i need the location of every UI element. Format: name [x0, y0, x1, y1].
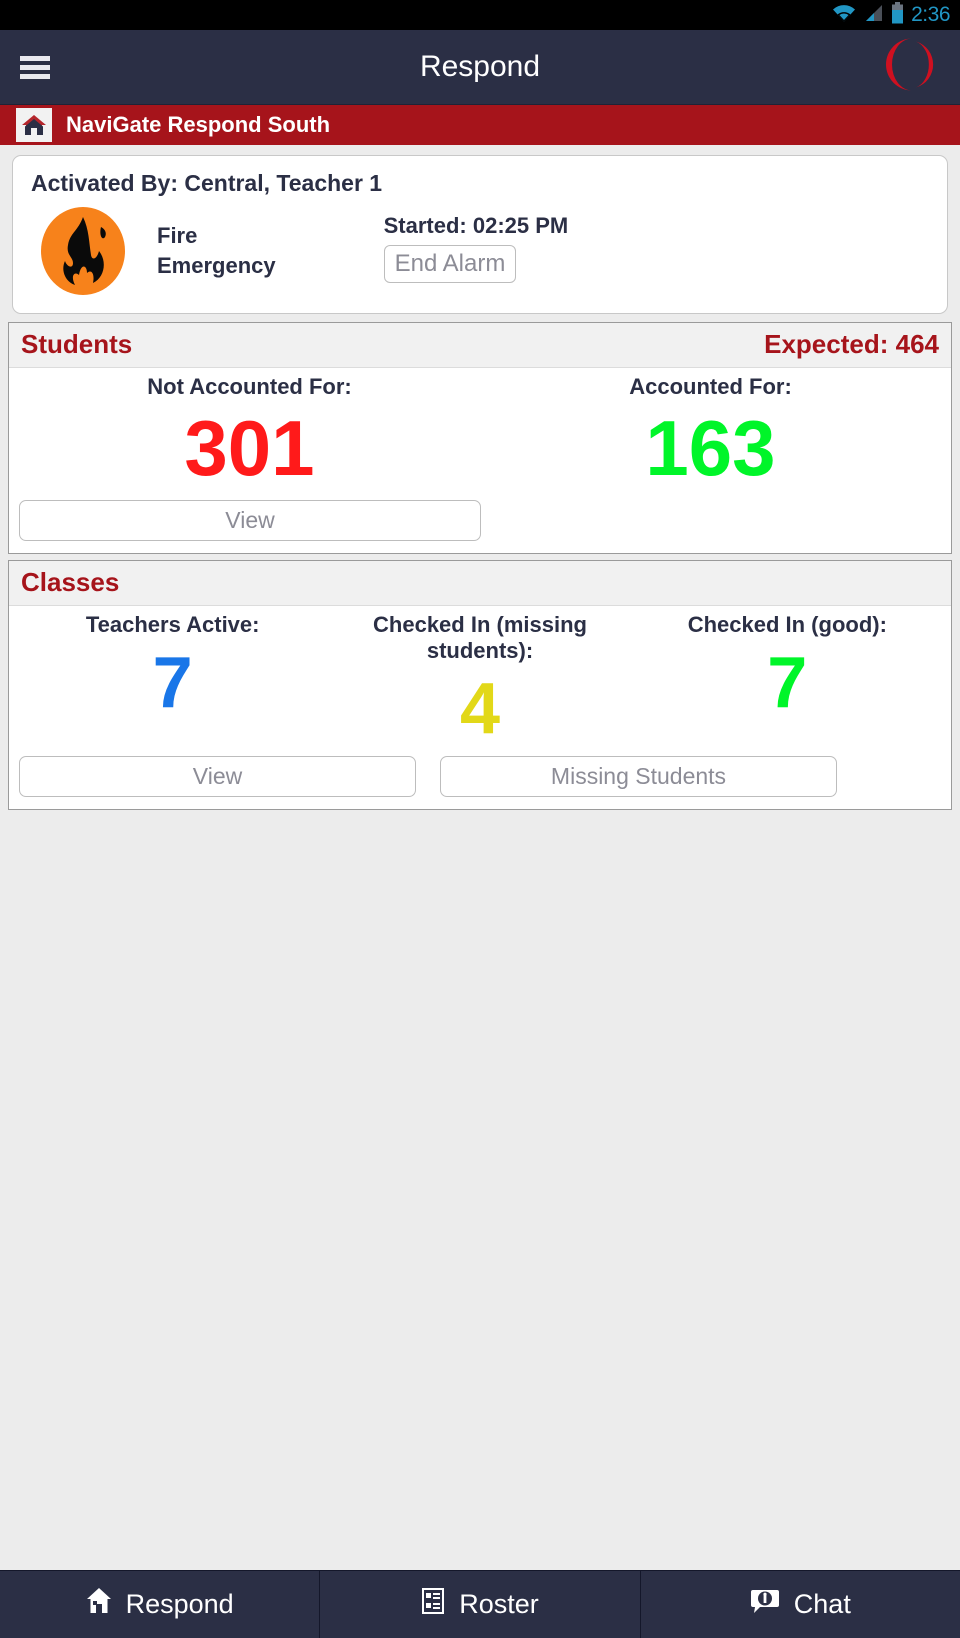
students-not-accounted-value: 301: [184, 404, 315, 492]
classes-view-button[interactable]: View: [19, 755, 416, 797]
alarm-card: Activated By: Central, Teacher 1 Fire Em…: [12, 155, 948, 314]
students-not-accounted-label: Not Accounted For:: [147, 374, 352, 399]
hamburger-menu-button[interactable]: [0, 55, 70, 79]
hamburger-menu-icon: [20, 55, 50, 79]
classes-button-spacer: [861, 756, 941, 797]
school-banner: NaviGate Respond South: [0, 105, 960, 145]
students-panel-header: Students Expected: 464: [9, 323, 951, 368]
students-button-spacer: [505, 500, 941, 541]
classes-checked-in-good-value: 7: [767, 642, 808, 723]
alarm-start-time: Started: 02:25 PM: [383, 213, 569, 238]
classes-checked-in-missing-stat: Checked In (missing students): 4: [326, 612, 633, 754]
alarm-type-line2: Emergency: [157, 252, 276, 278]
cellular-signal-icon: [864, 3, 884, 28]
main-content: Activated By: Central, Teacher 1 Fire Em…: [0, 145, 960, 1638]
students-panel: Students Expected: 464 Not Accounted For…: [8, 322, 952, 554]
nav-item-chat-label: Chat: [793, 1589, 851, 1619]
alarm-type: Fire Emergency: [157, 221, 276, 280]
classes-stat-row: Teachers Active: 7 Checked In (missing s…: [19, 612, 941, 754]
students-accounted-value: 163: [645, 404, 776, 492]
classes-teachers-active-label: Teachers Active:: [85, 611, 260, 637]
classes-button-row: View Missing Students: [19, 755, 941, 797]
alarm-type-line1: Fire: [157, 223, 198, 248]
fire-emergency-icon: [37, 205, 129, 297]
nav-item-roster[interactable]: Roster: [320, 1571, 641, 1638]
students-expected-badge: Expected: 464: [764, 329, 939, 359]
students-view-button[interactable]: View: [19, 499, 481, 541]
status-bar: 2:36: [0, 0, 960, 30]
page-title: Respond: [419, 50, 541, 83]
students-accounted-stat: Accounted For: 163: [480, 374, 941, 498]
chat-bubble-icon: [750, 1588, 780, 1621]
classes-panel: Classes Teachers Active: 7 Checked In (m…: [8, 559, 952, 810]
bottom-navigation-bar: Respond Roster Chat: [0, 1570, 960, 1638]
classes-panel-body: Teachers Active: 7 Checked In (missing s…: [9, 606, 951, 809]
school-name: NaviGate Respond South: [66, 112, 331, 137]
nav-item-respond-label: Respond: [125, 1589, 234, 1619]
nav-item-chat[interactable]: Chat: [641, 1571, 960, 1638]
nav-item-respond[interactable]: Respond: [0, 1571, 321, 1638]
classes-checked-in-missing-label: Checked In (missing students):: [373, 611, 587, 663]
students-accounted-label: Accounted For:: [629, 374, 792, 399]
navigate-brand-logo: [876, 34, 938, 101]
students-stat-row: Not Accounted For: 301 Accounted For: 16…: [19, 374, 941, 498]
classes-teachers-active-stat: Teachers Active: 7: [19, 612, 326, 754]
students-button-row: View: [19, 499, 941, 541]
classes-checked-in-good-stat: Checked In (good): 7: [634, 612, 941, 754]
home-icon[interactable]: [16, 108, 52, 142]
students-panel-title: Students: [21, 329, 133, 359]
wifi-icon: [831, 3, 857, 28]
classes-missing-students-button[interactable]: Missing Students: [440, 755, 837, 797]
end-alarm-button[interactable]: End Alarm: [383, 245, 517, 283]
classes-teachers-active-value: 7: [152, 642, 193, 723]
classes-panel-header: Classes: [9, 560, 951, 606]
house-icon: [86, 1587, 112, 1622]
app-root: 2:36 Respond NaviGate Respond South Acti…: [0, 0, 960, 1638]
students-panel-body: Not Accounted For: 301 Accounted For: 16…: [9, 368, 951, 553]
classes-checked-in-missing-value: 4: [459, 668, 501, 749]
classes-checked-in-good-label: Checked In (good):: [687, 611, 887, 637]
activated-by-text: Activated By: Central, Teacher 1: [31, 170, 383, 196]
status-bar-clock: 2:36: [911, 3, 950, 26]
app-bar: Respond: [0, 30, 960, 105]
classes-panel-title: Classes: [21, 566, 120, 597]
alarm-started-block: Started: 02:25 PM End Alarm: [383, 213, 569, 283]
students-not-accounted-stat: Not Accounted For: 301: [19, 374, 480, 498]
battery-icon: [891, 1, 904, 29]
roster-list-icon: [421, 1587, 445, 1622]
nav-item-roster-label: Roster: [459, 1589, 539, 1619]
